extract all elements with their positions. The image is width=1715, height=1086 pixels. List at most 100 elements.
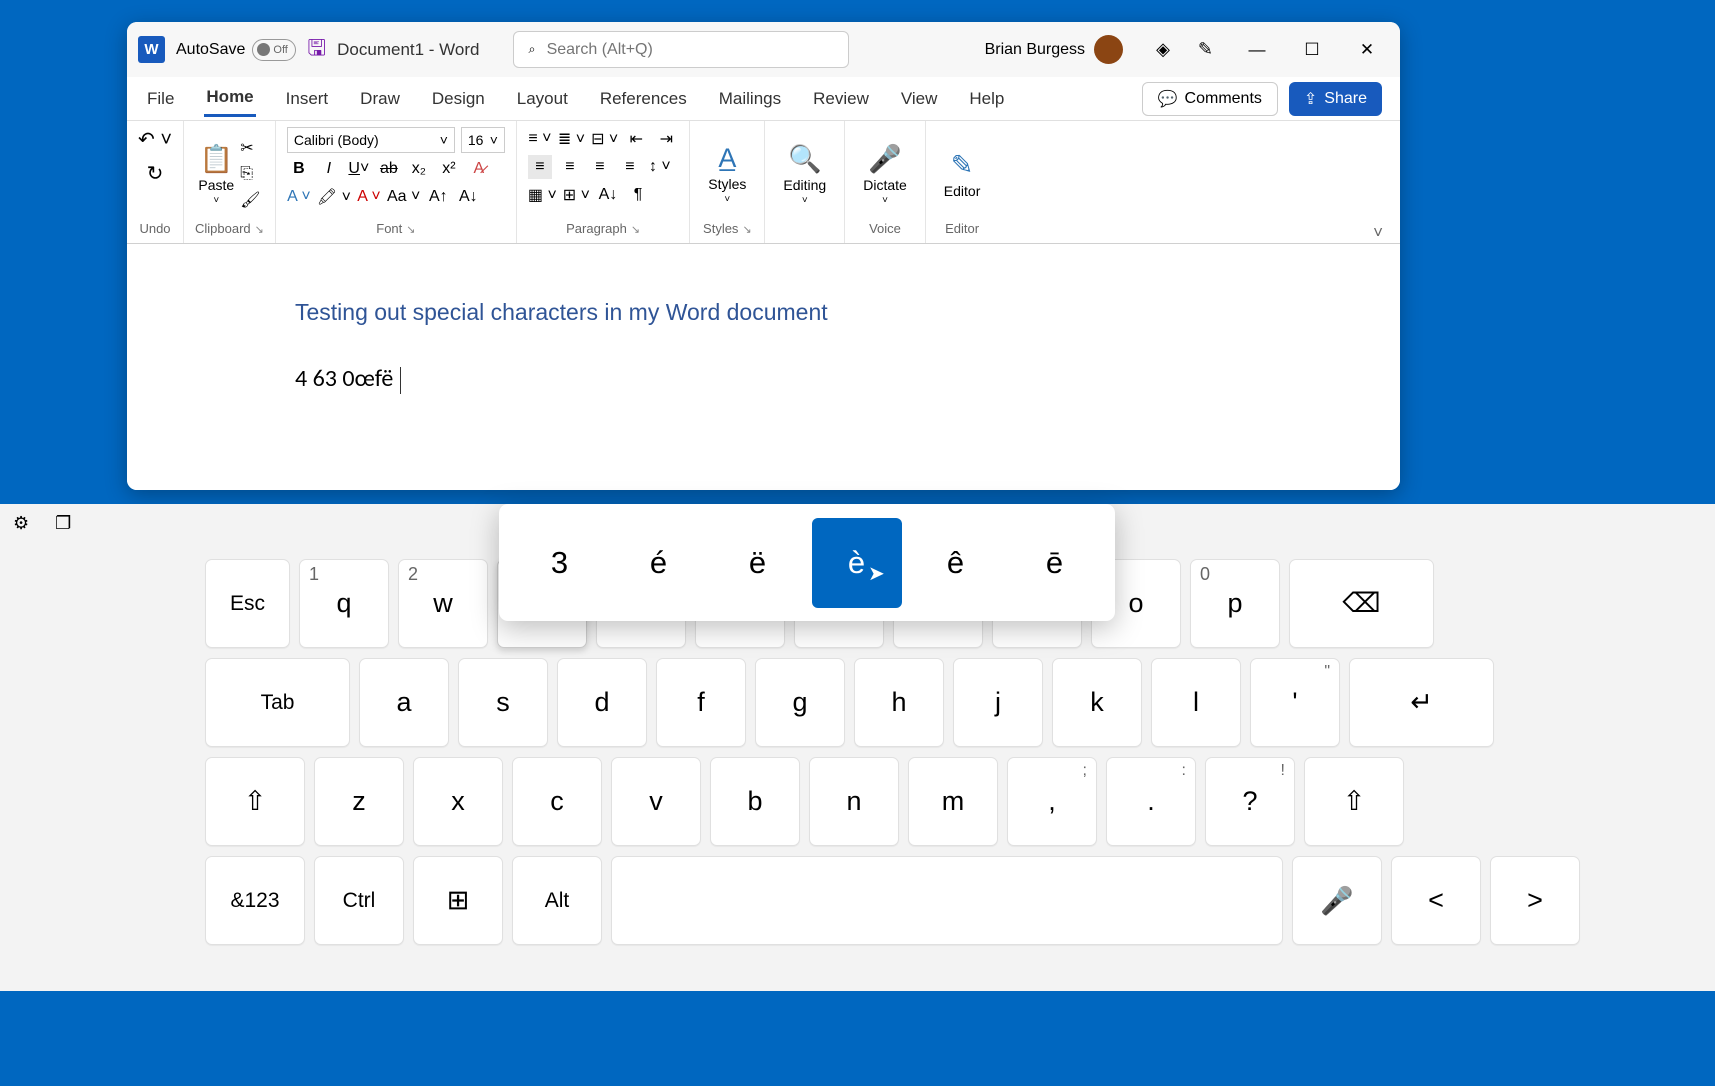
underline-button[interactable]: U ˅ xyxy=(347,157,371,181)
key-z[interactable]: z xyxy=(314,757,404,846)
justify-button[interactable]: ≡ xyxy=(618,155,642,179)
key-k[interactable]: k xyxy=(1052,658,1142,747)
key-b[interactable]: b xyxy=(710,757,800,846)
font-size-select[interactable]: 16˅ xyxy=(461,127,505,153)
editor-button[interactable]: ✎Editor xyxy=(937,150,988,199)
key-p[interactable]: 0p xyxy=(1190,559,1280,648)
bold-button[interactable]: B xyxy=(287,157,311,181)
multilevel-button[interactable]: ⊟ ˅ xyxy=(591,127,618,151)
key-w[interactable]: 2w xyxy=(398,559,488,648)
sort-button[interactable]: A↓ xyxy=(596,183,620,207)
key-space[interactable] xyxy=(611,856,1283,945)
pen-icon[interactable]: ✎ xyxy=(1198,39,1213,60)
key-?[interactable]: !? xyxy=(1205,757,1295,846)
key-f[interactable]: f xyxy=(656,658,746,747)
key-q[interactable]: 1q xyxy=(299,559,389,648)
shading-button[interactable]: ▦ ˅ xyxy=(528,183,557,207)
tab-review[interactable]: Review xyxy=(811,82,871,116)
decrease-indent-button[interactable]: ⇤ xyxy=(624,127,648,151)
paste-button[interactable]: 📋 Paste ˅ xyxy=(198,143,234,206)
settings-icon[interactable]: ⚙ xyxy=(13,513,29,534)
key-⌫[interactable]: ⌫ xyxy=(1289,559,1434,648)
search-input[interactable] xyxy=(547,41,833,59)
key-Tab[interactable]: Tab xyxy=(205,658,350,747)
autosave-toggle[interactable]: Off xyxy=(252,39,296,61)
tab-help[interactable]: Help xyxy=(967,82,1006,116)
paragraph-launcher[interactable]: ↘ xyxy=(631,224,640,236)
key-d[interactable]: d xyxy=(557,658,647,747)
key-m[interactable]: m xyxy=(908,757,998,846)
key-,[interactable]: ;, xyxy=(1007,757,1097,846)
comments-button[interactable]: 💬 Comments xyxy=(1142,82,1278,116)
key-⊞[interactable]: ⊞ xyxy=(413,856,503,945)
format-painter-icon[interactable]: 🖌 xyxy=(240,190,260,210)
key-<[interactable]: < xyxy=(1391,856,1481,945)
grow-font-button[interactable]: A↑ xyxy=(426,185,450,209)
font-color-button[interactable]: A ˅ xyxy=(357,185,381,209)
copy-icon[interactable]: ⎘ xyxy=(240,165,260,183)
superscript-button[interactable]: x² xyxy=(437,157,461,181)
key-⇧[interactable]: ⇧ xyxy=(205,757,305,846)
key-j[interactable]: j xyxy=(953,658,1043,747)
key-l[interactable]: l xyxy=(1151,658,1241,747)
cut-icon[interactable]: ✂ xyxy=(240,138,260,158)
tab-design[interactable]: Design xyxy=(430,82,487,116)
key->[interactable]: > xyxy=(1490,856,1580,945)
tab-draw[interactable]: Draw xyxy=(358,82,402,116)
increase-indent-button[interactable]: ⇥ xyxy=(654,127,678,151)
key-h[interactable]: h xyxy=(854,658,944,747)
tab-layout[interactable]: Layout xyxy=(515,82,570,116)
show-marks-button[interactable]: ¶ xyxy=(626,183,650,207)
align-right-button[interactable]: ≡ xyxy=(588,155,612,179)
accent-option-è[interactable]: è xyxy=(812,518,902,608)
numbering-button[interactable]: ≣ ˅ xyxy=(558,127,585,151)
ribbon-collapse-button[interactable]: ˅ xyxy=(1356,121,1400,243)
subscript-button[interactable]: x₂ xyxy=(407,157,431,181)
document-area[interactable]: Testing out special characters in my Wor… xyxy=(127,244,1400,490)
shrink-font-button[interactable]: A↓ xyxy=(456,185,480,209)
tab-insert[interactable]: Insert xyxy=(284,82,331,116)
key-Ctrl[interactable]: Ctrl xyxy=(314,856,404,945)
tab-home[interactable]: Home xyxy=(204,80,255,117)
align-center-button[interactable]: ≡ xyxy=(558,155,582,179)
tab-references[interactable]: References xyxy=(598,82,689,116)
styles-launcher[interactable]: ↘ xyxy=(742,224,751,236)
accent-option-ë[interactable]: ë xyxy=(713,518,803,608)
key-&123[interactable]: &123 xyxy=(205,856,305,945)
key-v[interactable]: v xyxy=(611,757,701,846)
change-case-button[interactable]: Aa ˅ xyxy=(387,185,420,209)
italic-button[interactable]: I xyxy=(317,157,341,181)
diamond-icon[interactable]: ◈ xyxy=(1156,39,1170,60)
autosave-control[interactable]: AutoSave Off xyxy=(176,39,296,61)
key-🎤[interactable]: 🎤 xyxy=(1292,856,1382,945)
text-effects-button[interactable]: A ˅ xyxy=(287,185,311,209)
key-g[interactable]: g xyxy=(755,658,845,747)
tab-view[interactable]: View xyxy=(899,82,940,116)
highlight-button[interactable]: 🖍 ˅ xyxy=(317,185,351,209)
clipboard-launcher[interactable]: ↘ xyxy=(255,224,264,236)
align-left-button[interactable]: ≡ xyxy=(528,155,552,179)
font-launcher[interactable]: ↘ xyxy=(406,224,415,236)
key-⇧[interactable]: ⇧ xyxy=(1304,757,1404,846)
tab-mailings[interactable]: Mailings xyxy=(717,82,783,116)
key-Alt[interactable]: Alt xyxy=(512,856,602,945)
close-button[interactable]: ✕ xyxy=(1356,40,1378,60)
styles-button[interactable]: A̲Styles˅ xyxy=(701,143,753,205)
key-a[interactable]: a xyxy=(359,658,449,747)
editing-button[interactable]: 🔍Editing˅ xyxy=(776,143,833,206)
strike-button[interactable]: ab xyxy=(377,157,401,181)
line-spacing-button[interactable]: ↕ ˅ xyxy=(648,155,672,179)
maximize-button[interactable]: ☐ xyxy=(1301,40,1323,60)
key-↵[interactable]: ↵ xyxy=(1349,658,1494,747)
accent-option-ē[interactable]: ē xyxy=(1010,518,1100,608)
search-box[interactable]: ⌕ xyxy=(513,31,849,68)
font-name-select[interactable]: Calibri (Body)˅ xyxy=(287,127,455,153)
key-s[interactable]: s xyxy=(458,658,548,747)
redo-button[interactable]: ↻ xyxy=(147,161,164,186)
key-.[interactable]: :. xyxy=(1106,757,1196,846)
minimize-button[interactable]: — xyxy=(1246,40,1268,60)
accent-option-ê[interactable]: ê xyxy=(911,518,1001,608)
accent-option-é[interactable]: é xyxy=(614,518,704,608)
key-Esc[interactable]: Esc xyxy=(205,559,290,648)
dictate-button[interactable]: 🎤Dictate˅ xyxy=(856,143,914,206)
